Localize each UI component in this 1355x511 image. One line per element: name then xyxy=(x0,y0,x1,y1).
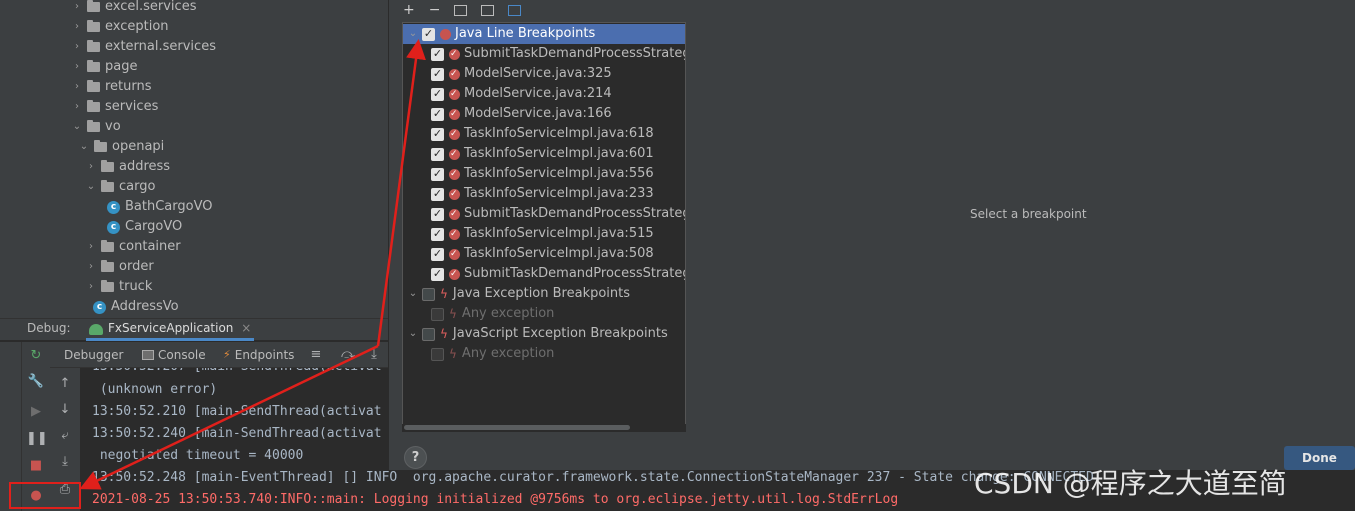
annotation-arrow-to-dialog xyxy=(376,39,426,347)
annotation-arrows xyxy=(79,39,426,490)
watermark: CSDN @程序之大道至简 xyxy=(974,467,1287,500)
annotation-arrow-to-button xyxy=(79,344,379,490)
